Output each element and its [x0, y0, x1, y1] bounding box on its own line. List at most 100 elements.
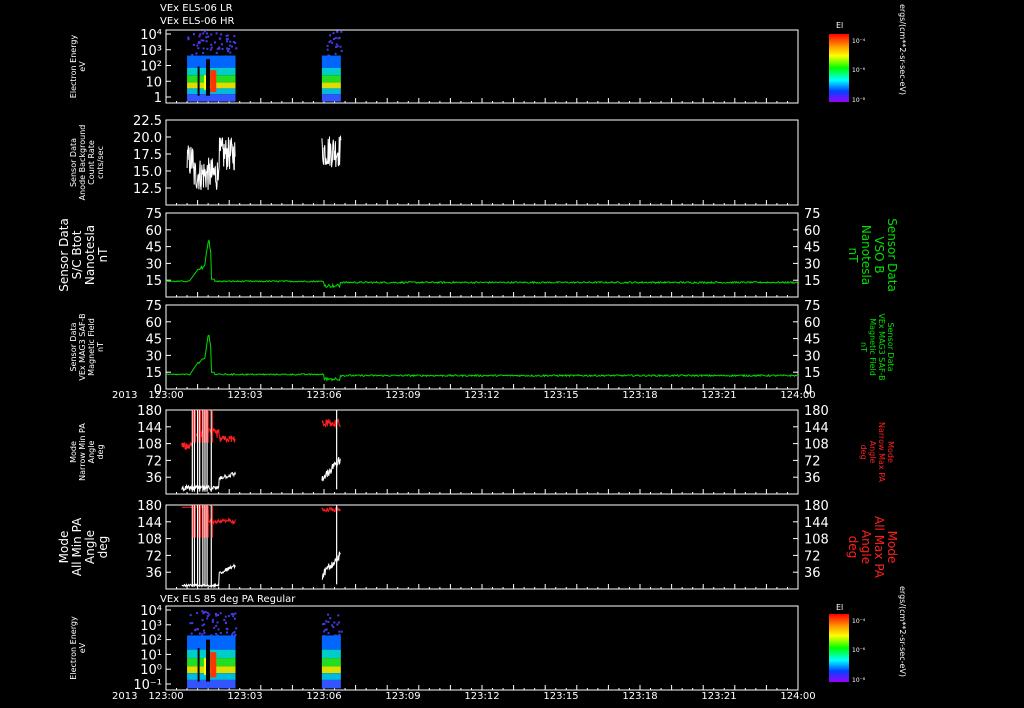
panel-frame — [165, 409, 799, 495]
y-tick-label-right: 60 — [804, 224, 821, 239]
panel-frame — [165, 29, 799, 104]
y-tick-label: 15.0 — [133, 165, 162, 180]
y-axis-label-right: deg — [846, 536, 860, 559]
heatmap-speck — [323, 622, 326, 625]
y-tick-label: 45 — [145, 333, 162, 348]
heatmap-speck — [215, 624, 218, 627]
heatmap-speck — [332, 32, 335, 35]
heatmap-speck — [235, 47, 238, 50]
y-axis-label-right: Mode — [885, 531, 899, 564]
heatmap-speck — [211, 618, 214, 621]
heatmap-gap — [197, 66, 200, 96]
heatmap-speck — [198, 632, 201, 635]
y-axis-label: Mode — [69, 441, 78, 463]
series-line-min — [321, 456, 341, 482]
heatmap-gap — [197, 648, 200, 682]
y-tick-label-right: 15 — [804, 366, 821, 381]
heatmap-speck — [333, 37, 336, 40]
y-tick-label: 22.5 — [133, 114, 162, 129]
x-tick-label: 123:21 — [701, 390, 736, 401]
heatmap-speck — [198, 35, 201, 38]
heatmap-speck — [226, 34, 229, 37]
heatmap-speck — [334, 52, 337, 55]
y-tick-label: 10³ — [140, 619, 162, 634]
y-tick-label-right: 108 — [804, 533, 829, 548]
heatmap-speck — [233, 35, 236, 38]
heatmap-speck — [327, 613, 330, 616]
heatmap-speck — [329, 40, 332, 43]
heatmap-speck — [218, 47, 221, 50]
y-tick-label-right: 72 — [804, 549, 821, 564]
heatmap-band — [187, 55, 236, 68]
heatmap-hot — [210, 652, 217, 678]
y-tick-label-right: 30 — [804, 257, 821, 272]
y-axis-label-right: All Max PA — [872, 516, 886, 579]
y-tick-label: 30 — [145, 257, 162, 272]
x-tick-label: 123:06 — [306, 691, 341, 702]
panel-frame — [165, 605, 799, 691]
heatmap-speck — [204, 610, 207, 613]
heatmap-band — [321, 679, 341, 689]
y-tick-label: 60 — [145, 224, 162, 239]
y-tick-label: 15 — [145, 274, 162, 289]
heatmap-band — [187, 94, 236, 102]
heatmap-band — [321, 67, 341, 76]
x-tick-label: 123:06 — [306, 390, 341, 401]
panel-p4: 75 7560 6045 4530 3015 150 0Sensor Data VEx MAG… — [69, 299, 895, 398]
y-axis-label: All Min PA — [70, 517, 84, 576]
y-axis-label-right: Mode — [886, 441, 895, 463]
heatmap-speck — [192, 33, 195, 36]
y-axis-label: cnts/sec — [96, 146, 105, 179]
heatmap-speck — [331, 41, 334, 44]
heatmap-speck — [210, 43, 213, 46]
y-axis-label: Sensor Data — [69, 138, 78, 187]
heatmap-speck — [197, 42, 200, 45]
y-axis-label-right: Sensor Data — [885, 218, 899, 292]
y-tick-label-right: 15 — [804, 274, 821, 289]
y-axis-label: nT — [96, 247, 110, 263]
y-tick-label: 144 — [137, 516, 162, 531]
x-tick-label: 123:12 — [464, 691, 499, 702]
heatmap-speck — [338, 36, 341, 39]
y-axis-label-right: Sensor Data — [886, 322, 895, 371]
x-tick-label: 123:00 — [148, 390, 183, 401]
heatmap-speck — [205, 40, 208, 43]
y-axis-label-right: deg — [859, 444, 868, 459]
heatmap-band — [321, 55, 341, 68]
colorbar-tick-bottom-1: 10⁻⁶ — [852, 647, 866, 654]
colorbar-tick-bottom-2: 10⁻⁸ — [852, 677, 866, 684]
y-tick-label: 72 — [145, 454, 162, 469]
x-tick-label: 123:03 — [227, 390, 262, 401]
y-axis-label: Sensor Data — [69, 322, 78, 371]
heatmap-speck — [233, 617, 236, 620]
heatmap-speck — [331, 624, 334, 627]
colorbar-tick-top-2: 10⁻⁸ — [852, 97, 866, 104]
heatmap-speck — [205, 36, 208, 39]
heatmap-speck — [215, 51, 218, 54]
panel-p1: 10⁴10³10²101 Electron Energy eV — [69, 28, 799, 106]
heatmap-speck — [332, 626, 335, 629]
heatmap-speck — [206, 615, 209, 618]
heatmap-speck — [226, 40, 229, 43]
heatmap-speck — [221, 43, 224, 46]
heatmap-speck — [209, 48, 212, 51]
y-tick-label-right: 60 — [804, 316, 821, 331]
y-tick-label: 20.0 — [133, 131, 162, 146]
heatmap-speck — [199, 33, 202, 36]
heatmap-speck — [232, 631, 235, 634]
heatmap-speck — [326, 44, 329, 47]
y-axis-label: Narrow Min PA — [78, 423, 87, 481]
heatmap-speck — [325, 628, 328, 631]
colorbar-gradient-top — [829, 34, 849, 102]
heatmap-speck — [219, 612, 222, 615]
y-tick-label: 15 — [145, 366, 162, 381]
series-line — [186, 137, 236, 191]
colorbar-top: El 10⁻⁴ 10⁻⁶ 10⁻⁸ ergs/(cm**2-sr-sec-eV) — [829, 4, 907, 104]
series-line-max — [321, 418, 341, 429]
heatmap-speck — [191, 622, 194, 625]
heatmap-speck — [229, 40, 232, 43]
heatmap-speck — [333, 621, 336, 624]
year-label: 2013 — [112, 691, 137, 702]
y-axis-label-right: Angle — [859, 530, 873, 564]
y-tick-label: 108 — [137, 438, 162, 453]
